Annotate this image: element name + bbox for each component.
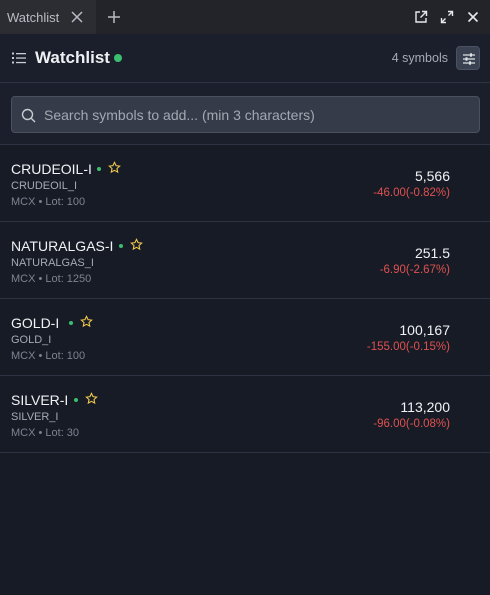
status-dot	[119, 244, 123, 248]
star-icon[interactable]	[108, 161, 121, 174]
list-icon[interactable]	[12, 52, 26, 64]
status-dot	[69, 321, 73, 325]
connection-status-dot	[114, 54, 122, 62]
last-price: 251.5	[414, 245, 450, 261]
watchlist-header: Watchlist 4 symbols	[0, 34, 490, 83]
plus-icon[interactable]	[106, 9, 122, 25]
list-item[interactable]: SILVER-I SILVER_I MCX • Lot: 30 113,200 …	[0, 376, 490, 453]
external-link-icon[interactable]	[414, 10, 428, 24]
page-title: Watchlist	[35, 48, 110, 67]
list-item[interactable]: CRUDEOIL-I CRUDEOIL_I MCX • Lot: 100 5,5…	[0, 145, 490, 222]
symbol-code: CRUDEOIL_I	[11, 180, 78, 192]
symbol-code: NATURALGAS_I	[11, 257, 94, 269]
price-change: -155.00(-0.15%)	[366, 341, 450, 353]
price-change: -6.90(-2.67%)	[379, 264, 450, 276]
sliders-icon	[463, 53, 475, 65]
close-icon[interactable]	[466, 10, 480, 24]
filter-settings-button[interactable]	[456, 46, 480, 70]
exchange-lot: MCX • Lot: 1250	[11, 273, 92, 285]
symbol-name: CRUDEOIL-I	[11, 161, 92, 177]
search-bar	[0, 83, 490, 145]
star-icon[interactable]	[85, 392, 98, 405]
exchange-lot: MCX • Lot: 100	[11, 350, 86, 362]
symbol-name: SILVER-I	[11, 392, 69, 408]
symbol-name: GOLD-I	[11, 315, 60, 331]
symbol-name: NATURALGAS-I	[11, 238, 114, 254]
exchange-lot: MCX • Lot: 30	[11, 427, 80, 439]
symbol-code: SILVER_I	[11, 411, 59, 423]
last-price: 5,566	[414, 168, 450, 184]
status-dot	[97, 167, 101, 171]
symbol-code: GOLD_I	[11, 334, 52, 346]
close-icon[interactable]	[70, 10, 84, 24]
tab-watchlist[interactable]: Watchlist	[0, 0, 96, 34]
watchlist: CRUDEOIL-I CRUDEOIL_I MCX • Lot: 100 5,5…	[0, 145, 490, 453]
last-price: 100,167	[399, 322, 450, 338]
expand-icon[interactable]	[440, 10, 454, 24]
list-item[interactable]: GOLD-I GOLD_I MCX • Lot: 100 100,167 -15…	[0, 299, 490, 376]
star-icon[interactable]	[80, 315, 93, 328]
tab-bar: Watchlist	[0, 0, 490, 34]
tab-label: Watchlist	[7, 9, 60, 25]
status-dot	[74, 398, 78, 402]
symbol-count: 4 symbols	[391, 51, 448, 65]
search-box[interactable]	[11, 96, 480, 133]
list-item[interactable]: NATURALGAS-I NATURALGAS_I MCX • Lot: 125…	[0, 222, 490, 299]
exchange-lot: MCX • Lot: 100	[11, 196, 86, 208]
search-input[interactable]	[44, 97, 474, 132]
last-price: 113,200	[400, 399, 450, 415]
price-change: -46.00(-0.82%)	[373, 187, 450, 199]
star-icon[interactable]	[130, 238, 143, 251]
search-icon	[21, 108, 36, 123]
price-change: -96.00(-0.08%)	[373, 418, 450, 430]
